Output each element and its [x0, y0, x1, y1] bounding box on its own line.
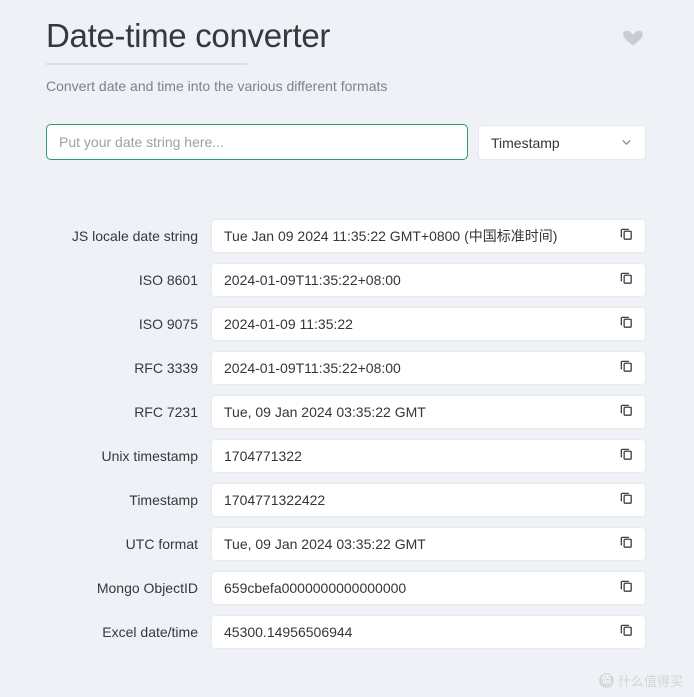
row-timestamp: Timestamp 1704771322422: [46, 483, 646, 517]
row-value: Tue, 09 Jan 2024 03:35:22 GMT: [224, 404, 614, 420]
title-underline: [46, 63, 247, 65]
copy-button[interactable]: [614, 620, 638, 644]
row-excel-date-time: Excel date/time 45300.14956506944: [46, 615, 646, 649]
copy-icon: [619, 579, 634, 597]
copy-button[interactable]: [614, 268, 638, 292]
row-value-field[interactable]: 2024-01-09 11:35:22: [211, 307, 646, 341]
favorite-button[interactable]: [622, 26, 644, 48]
watermark-text: 什么值得买: [618, 671, 683, 690]
row-label: Excel date/time: [46, 624, 198, 640]
row-rfc-3339: RFC 3339 2024-01-09T11:35:22+08:00: [46, 351, 646, 385]
date-time-converter-page: Date-time converter Convert date and tim…: [0, 0, 694, 649]
watermark: 值 什么值得买: [599, 671, 683, 690]
copy-icon: [619, 271, 634, 289]
row-iso-9075: ISO 9075 2024-01-09 11:35:22: [46, 307, 646, 341]
converter-results: JS locale date string Tue Jan 09 2024 11…: [46, 219, 646, 649]
copy-icon: [619, 227, 634, 245]
copy-button[interactable]: [614, 488, 638, 512]
row-value-field[interactable]: 1704771322: [211, 439, 646, 473]
format-select[interactable]: Timestamp: [478, 125, 646, 160]
row-label: RFC 3339: [46, 360, 198, 376]
row-mongo-objectid: Mongo ObjectID 659cbefa0000000000000000: [46, 571, 646, 605]
row-value: 2024-01-09T11:35:22+08:00: [224, 360, 614, 376]
row-rfc-7231: RFC 7231 Tue, 09 Jan 2024 03:35:22 GMT: [46, 395, 646, 429]
copy-icon: [619, 403, 634, 421]
page-title: Date-time converter: [46, 0, 646, 56]
copy-button[interactable]: [614, 444, 638, 468]
row-value-field[interactable]: 659cbefa0000000000000000: [211, 571, 646, 605]
copy-button[interactable]: [614, 356, 638, 380]
copy-button[interactable]: [614, 532, 638, 556]
heart-icon: [622, 36, 644, 51]
row-value: 45300.14956506944: [224, 624, 614, 640]
row-value-field[interactable]: 1704771322422: [211, 483, 646, 517]
copy-button[interactable]: [614, 312, 638, 336]
row-label: UTC format: [46, 536, 198, 552]
copy-icon: [619, 491, 634, 509]
row-value: 1704771322: [224, 448, 614, 464]
page-subtitle: Convert date and time into the various d…: [46, 78, 646, 94]
row-value-field[interactable]: 2024-01-09T11:35:22+08:00: [211, 263, 646, 297]
copy-icon: [619, 315, 634, 333]
row-value: 659cbefa0000000000000000: [224, 580, 614, 596]
row-label: Mongo ObjectID: [46, 580, 198, 596]
watermark-logo-icon: 值: [599, 673, 614, 688]
copy-button[interactable]: [614, 576, 638, 600]
row-value-field[interactable]: 2024-01-09T11:35:22+08:00: [211, 351, 646, 385]
row-unix-timestamp: Unix timestamp 1704771322: [46, 439, 646, 473]
row-value: 2024-01-09T11:35:22+08:00: [224, 272, 614, 288]
date-string-input[interactable]: [46, 124, 468, 160]
format-select-value: Timestamp: [491, 135, 560, 151]
row-label: Unix timestamp: [46, 448, 198, 464]
copy-icon: [619, 447, 634, 465]
row-label: Timestamp: [46, 492, 198, 508]
copy-icon: [619, 623, 634, 641]
row-iso-8601: ISO 8601 2024-01-09T11:35:22+08:00: [46, 263, 646, 297]
row-value-field[interactable]: Tue, 09 Jan 2024 03:35:22 GMT: [211, 527, 646, 561]
row-label: RFC 7231: [46, 404, 198, 420]
copy-icon: [619, 359, 634, 377]
row-js-locale-date-string: JS locale date string Tue Jan 09 2024 11…: [46, 219, 646, 253]
row-value: 2024-01-09 11:35:22: [224, 316, 614, 332]
converter-input-row: Timestamp: [46, 124, 646, 160]
row-label: ISO 9075: [46, 316, 198, 332]
row-label: ISO 8601: [46, 272, 198, 288]
row-value-field[interactable]: Tue Jan 09 2024 11:35:22 GMT+0800 (中国标准时…: [211, 219, 646, 253]
row-value: Tue Jan 09 2024 11:35:22 GMT+0800 (中国标准时…: [224, 226, 614, 246]
copy-icon: [619, 535, 634, 553]
row-value: Tue, 09 Jan 2024 03:35:22 GMT: [224, 536, 614, 552]
row-value-field[interactable]: Tue, 09 Jan 2024 03:35:22 GMT: [211, 395, 646, 429]
row-utc-format: UTC format Tue, 09 Jan 2024 03:35:22 GMT: [46, 527, 646, 561]
copy-button[interactable]: [614, 224, 638, 248]
row-label: JS locale date string: [46, 228, 198, 244]
copy-button[interactable]: [614, 400, 638, 424]
row-value-field[interactable]: 45300.14956506944: [211, 615, 646, 649]
chevron-down-icon: [620, 136, 633, 149]
row-value: 1704771322422: [224, 492, 614, 508]
